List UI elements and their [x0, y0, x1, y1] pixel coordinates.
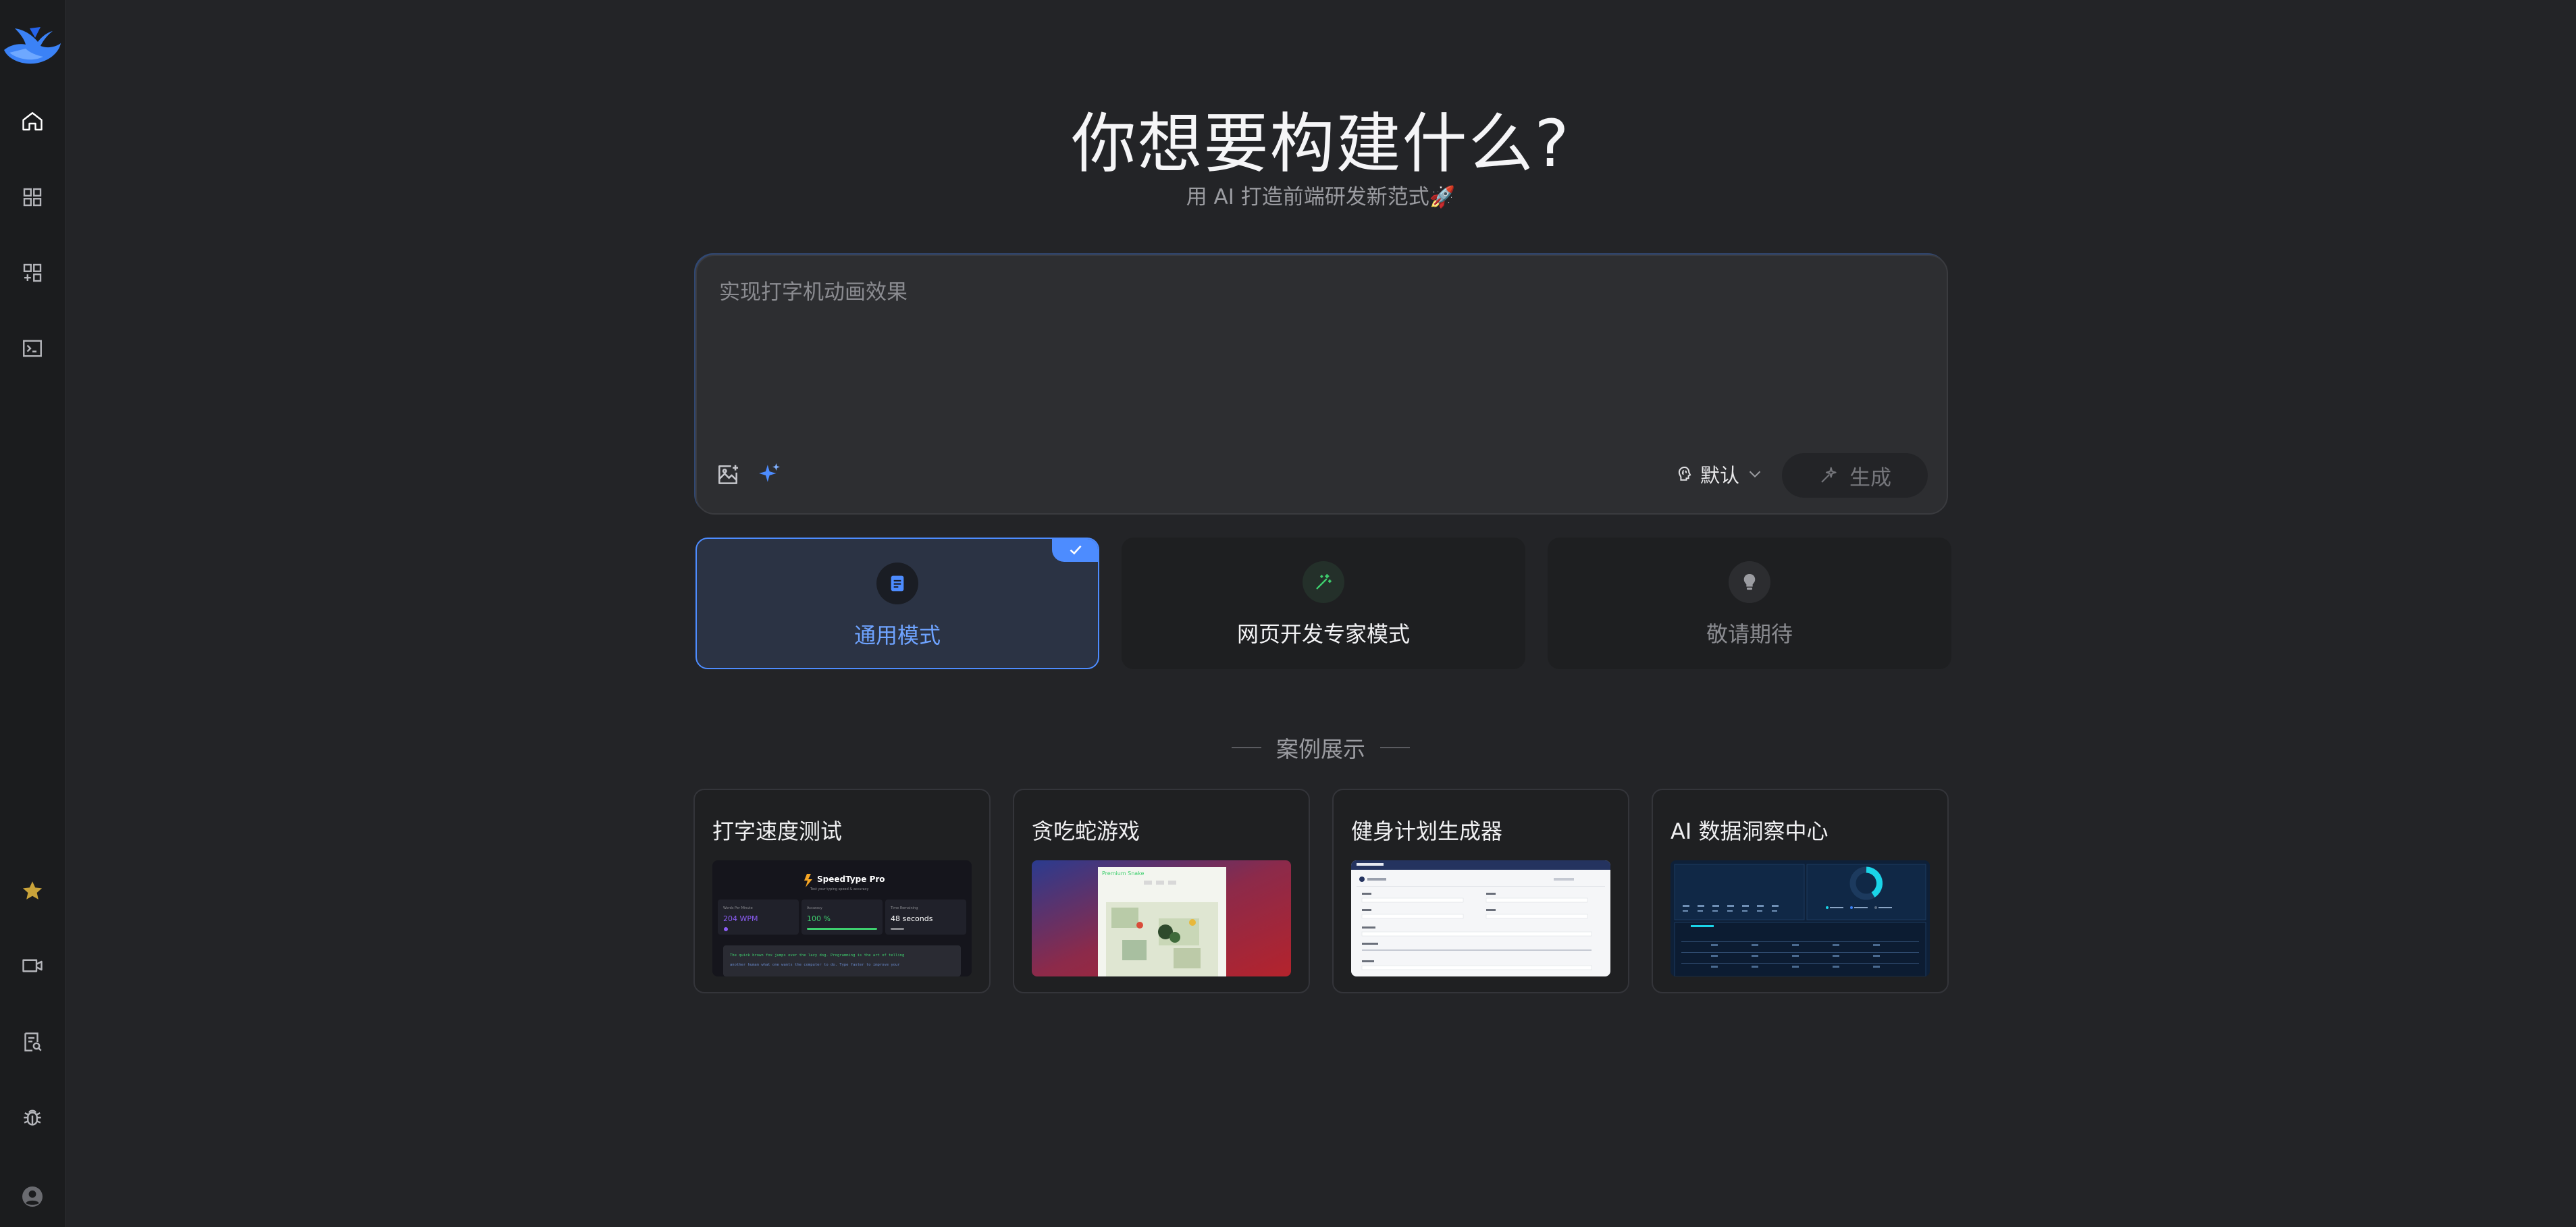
mode-card-general[interactable]: 通用模式 [695, 538, 1099, 669]
document-search-icon [24, 1033, 42, 1051]
svg-text:Time Remaining: Time Remaining [890, 906, 918, 910]
svg-text:Premium Snake: Premium Snake [1102, 870, 1145, 877]
sidebar-item-apps[interactable] [12, 177, 53, 217]
prompt-box: 默认 生成 [695, 255, 1948, 515]
svg-text:Words Per Minute: Words Per Minute [723, 906, 753, 910]
magic-wand-icon [1316, 574, 1332, 590]
model-select[interactable]: 默认 [1675, 457, 1765, 491]
sparkle-icon [759, 463, 781, 482]
avatar-icon [22, 1186, 43, 1207]
case-card-ai-data-insight[interactable]: AI 数据洞察中心 [1652, 789, 1949, 993]
generate-button[interactable]: 生成 [1782, 453, 1928, 498]
svg-text:204 WPM: 204 WPM [723, 914, 758, 923]
magic-sparkle-icon [1821, 467, 1837, 483]
case-title: 贪吃蛇游戏 [1032, 818, 1140, 844]
sidebar-item-video[interactable] [12, 945, 53, 986]
grid-add-icon [23, 263, 42, 282]
sidebar-item-terminal[interactable] [12, 328, 53, 369]
case-card-snake-game[interactable]: 贪吃蛇游戏 Premium Snake [1013, 789, 1310, 993]
sidebar-item-add-app[interactable] [12, 253, 53, 293]
page-subtitle: 用 AI 打造前端研发新范式🚀 [1186, 185, 1456, 209]
mode-label-coming-soon: 敬请期待 [1706, 621, 1793, 647]
mode-label-web-expert: 网页开发专家模式 [1236, 621, 1410, 647]
divider-line-right [1380, 747, 1410, 748]
case-card-typing-test[interactable]: 打字速度测试 SpeedType Pro Test your typing sp… [693, 789, 991, 993]
showcase-title: 案例展示 [1276, 736, 1365, 762]
sidebar-item-favorites[interactable] [12, 870, 53, 911]
case-thumbnail-snake-game: Premium Snake [1032, 860, 1291, 976]
divider-line-left [1232, 747, 1261, 748]
generate-button-label: 生成 [1849, 465, 1891, 490]
ai-enhance-button[interactable] [754, 457, 786, 490]
case-thumbnail-fitness-plan [1351, 860, 1610, 976]
grid-icon [23, 188, 42, 207]
prompt-input[interactable] [719, 275, 1921, 410]
bug-icon [24, 1109, 41, 1126]
svg-text:another human what one wants t: another human what one wants the compute… [730, 963, 900, 967]
sidebar-item-account[interactable] [12, 1176, 53, 1217]
check-icon [1070, 545, 1082, 555]
sidebar-item-debug[interactable] [12, 1097, 53, 1138]
main-content: 你想要构建什么? 用 AI 打造前端研发新范式🚀 默认 生成 通用模式 [65, 0, 2576, 1227]
brain-icon [1678, 466, 1691, 481]
case-title: AI 数据洞察中心 [1671, 818, 1829, 844]
terminal-icon [23, 340, 42, 357]
mode-icon-coming-soon [1729, 561, 1770, 603]
svg-text:Test your typing speed & accur: Test your typing speed & accuracy [810, 887, 868, 891]
lightbulb-icon [1743, 574, 1756, 590]
case-title: 打字速度测试 [712, 818, 843, 844]
mode-label-general: 通用模式 [853, 623, 941, 648]
mode-card-coming-soon: 敬请期待 [1548, 538, 1951, 669]
whale-logo[interactable] [3, 23, 61, 68]
chevron-down-icon [1749, 471, 1761, 478]
home-icon [22, 112, 43, 131]
star-icon [22, 881, 43, 899]
video-icon [22, 959, 43, 972]
upload-image-button[interactable] [712, 459, 744, 491]
sidebar [0, 0, 65, 1227]
svg-text:SpeedType Pro: SpeedType Pro [817, 874, 885, 884]
document-icon [891, 575, 904, 592]
mode-icon-web-expert [1303, 561, 1344, 603]
model-select-label: 默认 [1700, 464, 1740, 487]
selected-check-badge [1052, 539, 1098, 562]
sidebar-item-home[interactable] [12, 101, 53, 142]
mode-icon-general [876, 563, 918, 604]
svg-text:100 %: 100 % [807, 914, 831, 923]
svg-text:The quick brown fox jumps over: The quick brown fox jumps over the lazy … [730, 954, 904, 958]
case-thumbnail-ai-data-insight [1671, 860, 1930, 976]
case-card-fitness-plan[interactable]: 健身计划生成器 [1332, 789, 1629, 993]
svg-text:48 seconds: 48 seconds [891, 914, 933, 923]
showcase-heading: 案例展示 [65, 731, 2576, 764]
sidebar-item-docs[interactable] [12, 1022, 53, 1062]
page-title: 你想要构建什么? [1071, 106, 1571, 182]
mode-card-web-expert[interactable]: 网页开发专家模式 [1122, 538, 1525, 669]
case-thumbnail-typing-test: SpeedType Pro Test your typing speed & a… [712, 860, 972, 976]
image-upload-icon [718, 465, 739, 484]
svg-text:Accuracy: Accuracy [807, 906, 822, 910]
case-title: 健身计划生成器 [1351, 818, 1503, 844]
